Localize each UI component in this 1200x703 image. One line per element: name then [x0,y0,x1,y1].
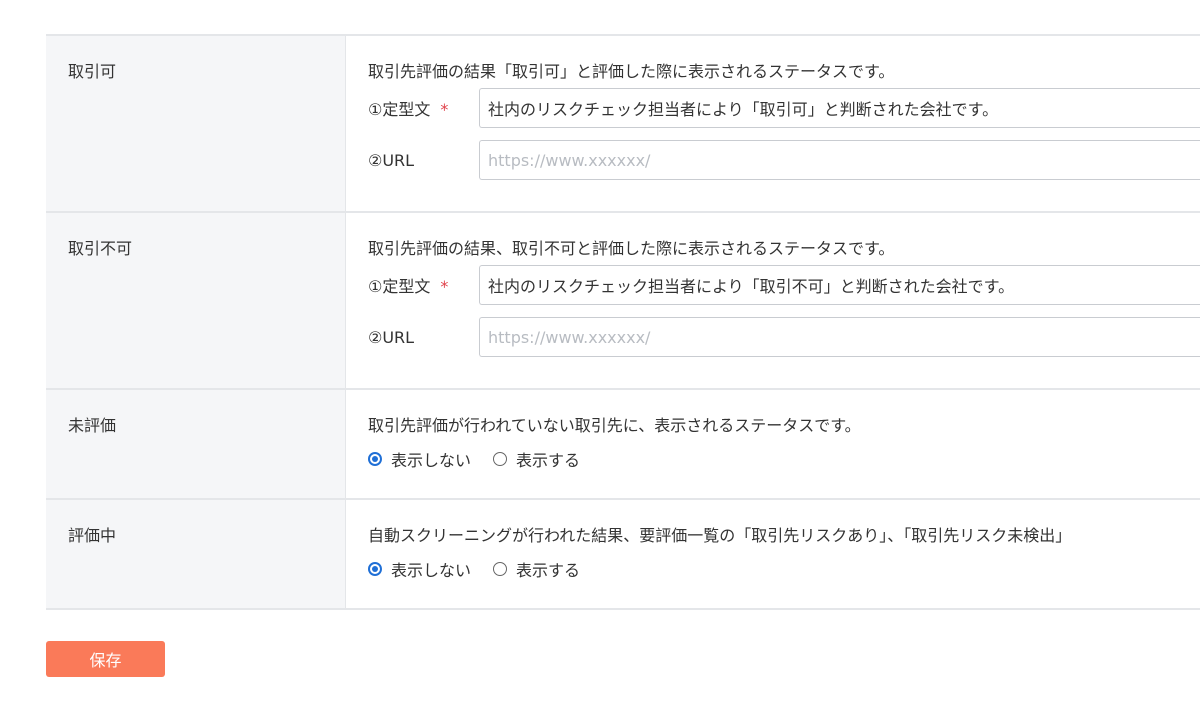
row-body: 自動スクリーニングが行われた結果、要評価一覧の「取引先リスクあり」、「取引先リス… [346,500,1200,608]
row-label: 未評価 [46,390,346,498]
template-input[interactable] [479,265,1200,305]
status-settings-table: 取引可 取引先評価の結果「取引可」と評価した際に表示されるステータスです。 ①定… [46,34,1200,610]
url-input[interactable] [479,140,1200,180]
required-mark: * [440,277,449,296]
row-description: 取引先評価が行われていない取引先に、表示されるステータスです。 [368,416,861,435]
template-input[interactable] [479,88,1200,128]
status-row-unevaluated: 未評価 取引先評価が行われていない取引先に、表示されるステータスです。 表示しな… [46,390,1200,500]
row-body: 取引先評価の結果「取引可」と評価した際に表示されるステータスです。 ①定型文 * … [346,36,1200,211]
row-body: 取引先評価が行われていない取引先に、表示されるステータスです。 表示しない 表示… [346,390,1200,498]
status-row-not-tradable: 取引不可 取引先評価の結果、取引不可と評価した際に表示されるステータスです。 ①… [46,213,1200,390]
url-field-label: ②URL [368,150,415,170]
radio-hide[interactable]: 表示しない [368,557,471,581]
row-label: 取引不可 [46,213,346,388]
status-row-tradable: 取引可 取引先評価の結果「取引可」と評価した際に表示されるステータスです。 ①定… [46,36,1200,213]
row-label: 取引可 [46,36,346,211]
display-radio-group: 表示しない 表示する [368,442,1200,476]
status-row-evaluating: 評価中 自動スクリーニングが行われた結果、要評価一覧の「取引先リスクあり」、「取… [46,500,1200,610]
radio-show-indicator[interactable] [493,452,508,466]
row-body: 取引先評価の結果、取引不可と評価した際に表示されるステータスです。 ①定型文 * … [346,213,1200,388]
radio-hide-indicator[interactable] [368,452,382,466]
radio-show-indicator[interactable] [493,562,508,576]
row-description: 取引先評価の結果「取引可」と評価した際に表示されるステータスです。 [368,62,895,81]
template-field: ①定型文 * [368,265,1200,305]
url-field: ②URL [368,317,1200,357]
required-mark: * [440,100,449,119]
row-label: 評価中 [46,500,346,608]
radio-hide[interactable]: 表示しない [368,447,471,471]
row-description: 取引先評価の結果、取引不可と評価した際に表示されるステータスです。 [368,239,895,258]
template-field-label: ①定型文 * [368,100,449,119]
radio-show[interactable]: 表示する [493,447,580,471]
row-description: 自動スクリーニングが行われた結果、要評価一覧の「取引先リスクあり」、「取引先リス… [368,526,1072,545]
url-field: ②URL [368,140,1200,180]
save-button[interactable]: 保存 [46,641,165,677]
template-field: ①定型文 * [368,88,1200,128]
template-field-label: ①定型文 * [368,277,449,296]
url-field-label: ②URL [368,327,415,347]
url-input[interactable] [479,317,1200,357]
radio-show[interactable]: 表示する [493,557,580,581]
display-radio-group: 表示しない 表示する [368,552,1200,586]
radio-hide-indicator[interactable] [368,562,382,576]
